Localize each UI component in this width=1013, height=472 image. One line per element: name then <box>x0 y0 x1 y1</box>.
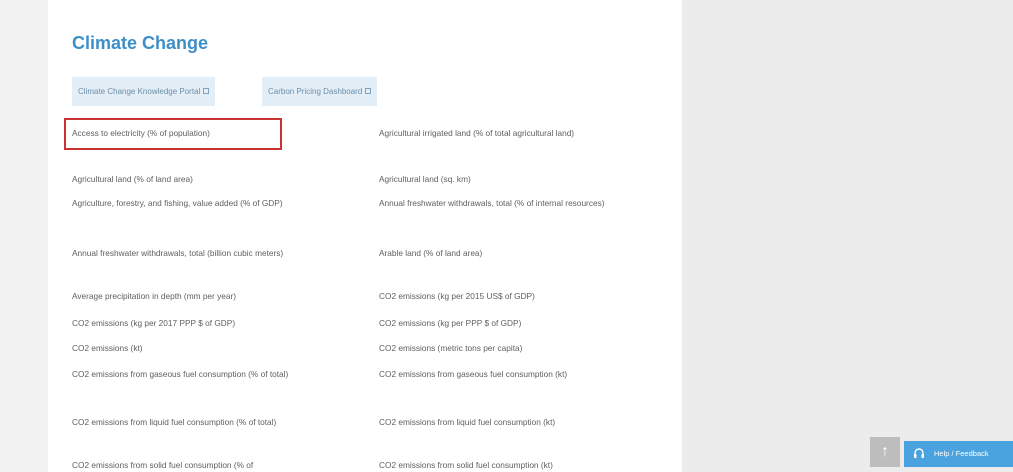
indicator-link[interactable]: Agricultural land (% of land area) <box>72 172 362 187</box>
scroll-to-top-button[interactable]: ↑ <box>870 437 900 467</box>
indicator-link[interactable]: Agricultural irrigated land (% of total … <box>379 126 654 141</box>
content-card <box>48 0 682 472</box>
indicator-link[interactable]: CO2 emissions from liquid fuel consumpti… <box>379 415 654 430</box>
right-sidebar <box>682 0 1013 472</box>
indicator-link[interactable]: Agriculture, forestry, and fishing, valu… <box>72 196 362 211</box>
indicator-link[interactable]: Average precipitation in depth (mm per y… <box>72 289 362 304</box>
indicator-link[interactable]: Access to electricity (% of population) <box>72 126 362 141</box>
indicator-link[interactable]: CO2 emissions (kg per PPP $ of GDP) <box>379 316 654 331</box>
indicator-link[interactable]: Annual freshwater withdrawals, total (bi… <box>72 246 362 261</box>
indicator-link[interactable]: CO2 emissions (kg per 2015 US$ of GDP) <box>379 289 654 304</box>
carbon-pricing-link-label: Carbon Pricing Dashboard <box>268 87 363 96</box>
indicator-link[interactable]: Annual freshwater withdrawals, total (% … <box>379 196 654 211</box>
indicator-link[interactable]: CO2 emissions from solid fuel consumptio… <box>379 458 654 472</box>
indicator-link[interactable]: CO2 emissions from liquid fuel consumpti… <box>72 415 362 430</box>
indicator-link[interactable]: CO2 emissions from gaseous fuel consumpt… <box>72 367 362 382</box>
climate-portal-link[interactable]: Climate Change Knowledge Portal <box>72 77 216 106</box>
indicator-link[interactable]: Arable land (% of land area) <box>379 246 654 261</box>
help-feedback-label: Help / Feedback <box>934 449 989 458</box>
indicator-link[interactable]: CO2 emissions (kt) <box>72 341 362 356</box>
indicator-link[interactable]: Agricultural land (sq. km) <box>379 172 654 187</box>
indicator-link[interactable]: CO2 emissions from gaseous fuel consumpt… <box>379 367 654 382</box>
indicator-link[interactable]: CO2 emissions from solid fuel consumptio… <box>72 458 362 472</box>
indicator-link[interactable]: CO2 emissions (kg per 2017 PPP $ of GDP) <box>72 316 362 331</box>
external-link-icon <box>203 88 210 94</box>
help-feedback-button[interactable]: Help / Feedback <box>904 441 1013 467</box>
headset-icon <box>914 448 924 458</box>
carbon-pricing-link[interactable]: Carbon Pricing Dashboard <box>262 77 378 106</box>
page-title: Climate Change <box>72 33 209 53</box>
external-link-icon <box>365 88 372 94</box>
climate-portal-link-label: Climate Change Knowledge Portal <box>78 87 201 96</box>
indicator-link[interactable]: CO2 emissions (metric tons per capita) <box>379 341 654 356</box>
